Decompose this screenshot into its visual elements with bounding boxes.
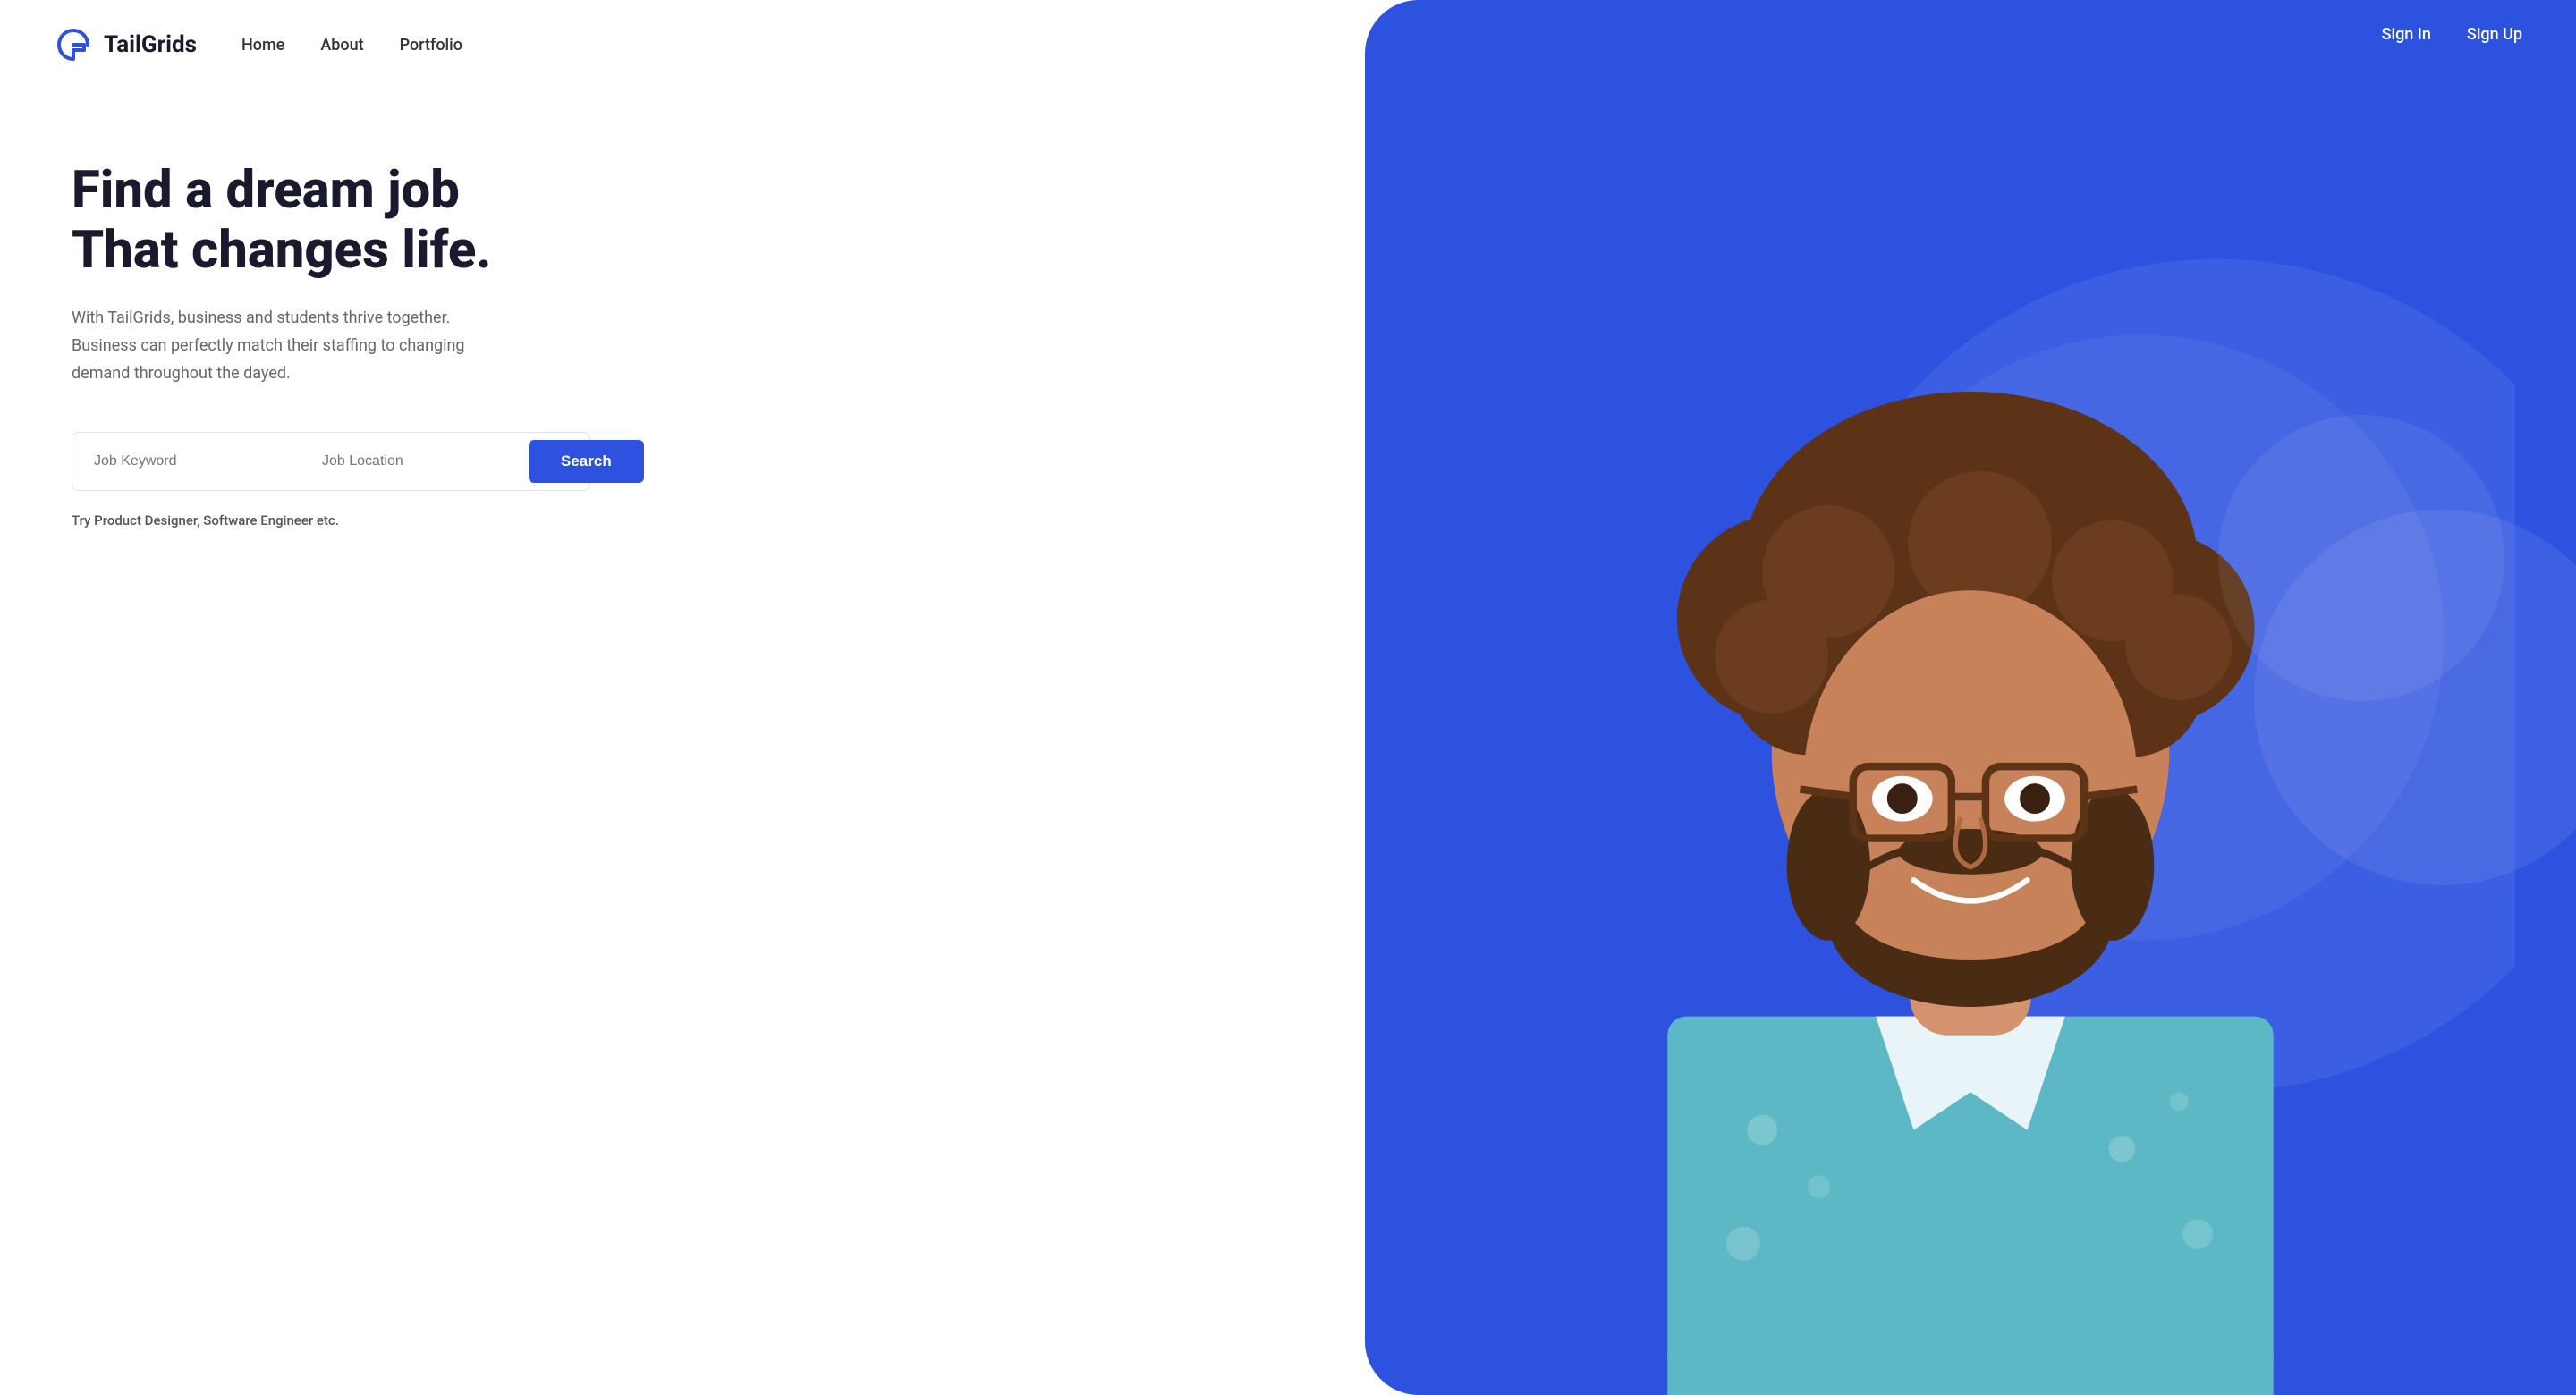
search-button[interactable]: Search xyxy=(529,440,644,483)
nav-link-portfolio[interactable]: Portfolio xyxy=(400,36,462,55)
hero-title: Find a dream job That changes life. xyxy=(72,161,501,280)
nav-item-portfolio[interactable]: Portfolio xyxy=(400,36,462,55)
hero-content: Find a dream job That changes life. With… xyxy=(0,161,572,528)
nav-right-auth: Sign In Sign Up xyxy=(2382,25,2522,44)
logo-text: TailGrids xyxy=(104,31,197,58)
navbar: TailGrids Home About Portfolio xyxy=(0,0,1365,89)
hero-description: With TailGrids, business and students th… xyxy=(72,305,501,387)
nav-item-home[interactable]: Home xyxy=(242,36,284,55)
right-section: Sign In Sign Up xyxy=(1365,0,2576,1395)
logo-icon xyxy=(54,25,93,64)
person-image xyxy=(1426,70,2515,1395)
keyword-input[interactable] xyxy=(80,443,293,480)
nav-links: Home About Portfolio xyxy=(242,36,462,55)
search-box: Search xyxy=(72,432,590,491)
sign-up-link[interactable]: Sign Up xyxy=(2467,25,2522,44)
page-wrapper: TailGrids Home About Portfolio Find a dr… xyxy=(0,0,2576,1395)
location-input[interactable] xyxy=(308,443,521,480)
left-section: TailGrids Home About Portfolio Find a dr… xyxy=(0,0,1365,1395)
sign-in-link[interactable]: Sign In xyxy=(2382,25,2431,44)
nav-item-about[interactable]: About xyxy=(320,36,363,55)
person-svg xyxy=(1426,70,2515,1395)
search-hint: Try Product Designer, Software Engineer … xyxy=(72,512,501,528)
nav-link-about[interactable]: About xyxy=(320,36,363,55)
nav-link-home[interactable]: Home xyxy=(242,36,284,55)
nav-left: TailGrids Home About Portfolio xyxy=(54,25,462,64)
logo-area: TailGrids xyxy=(54,25,197,64)
